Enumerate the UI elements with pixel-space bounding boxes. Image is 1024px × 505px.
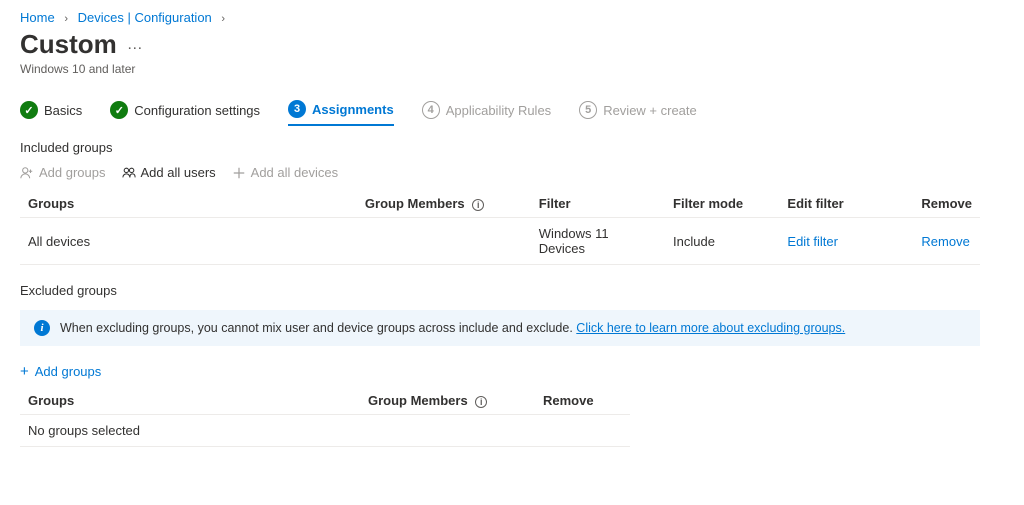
cell-mode: Include (665, 218, 779, 265)
cell-members (357, 218, 531, 265)
breadcrumb: Home › Devices | Configuration › (20, 10, 1004, 25)
info-icon[interactable]: i (472, 199, 484, 211)
col-members: Group Members i (360, 387, 535, 415)
add-all-devices-button[interactable]: Add all devices (232, 165, 338, 180)
step-label: Basics (44, 103, 82, 118)
button-label: Add all users (141, 165, 216, 180)
table-row-empty: No groups selected (20, 415, 630, 447)
excluded-info-banner: i When excluding groups, you cannot mix … (20, 310, 980, 346)
button-label: Add groups (39, 165, 106, 180)
button-label: Add groups (35, 364, 102, 379)
step-label: Assignments (312, 102, 394, 117)
remove-link[interactable]: Remove (921, 234, 969, 249)
edit-filter-link[interactable]: Edit filter (787, 234, 838, 249)
person-add-icon (20, 166, 34, 180)
included-groups-table: Groups Group Members i Filter Filter mod… (20, 190, 980, 265)
step-label: Applicability Rules (446, 103, 552, 118)
step-number-icon: 5 (579, 101, 597, 119)
step-label: Review + create (603, 103, 697, 118)
breadcrumb-devices-config[interactable]: Devices | Configuration (78, 10, 212, 25)
step-basics[interactable]: ✓ Basics (20, 101, 82, 125)
empty-state-text: No groups selected (20, 415, 630, 447)
wizard-steps: ✓ Basics ✓ Configuration settings 3 Assi… (20, 100, 1004, 126)
col-remove: Remove (913, 190, 980, 218)
included-groups-header: Included groups (20, 140, 1004, 155)
info-icon: i (34, 320, 50, 336)
included-toolbar: Add groups Add all users Add all devices (20, 165, 1004, 180)
breadcrumb-home[interactable]: Home (20, 10, 55, 25)
col-groups: Groups (20, 190, 357, 218)
step-label: Configuration settings (134, 103, 260, 118)
chevron-right-icon: › (221, 13, 225, 25)
step-number-icon: 3 (288, 100, 306, 118)
step-number-icon: 4 (422, 101, 440, 119)
table-row: All devices Windows 11 Devices Include E… (20, 218, 980, 265)
col-groups: Groups (20, 387, 360, 415)
checkmark-icon: ✓ (20, 101, 38, 119)
banner-text: When excluding groups, you cannot mix us… (60, 321, 845, 335)
step-applicability-rules[interactable]: 4 Applicability Rules (422, 101, 552, 125)
col-mode: Filter mode (665, 190, 779, 218)
excluded-groups-header: Excluded groups (20, 283, 1004, 298)
plus-icon: + (20, 364, 29, 379)
step-config-settings[interactable]: ✓ Configuration settings (110, 101, 260, 125)
checkmark-icon: ✓ (110, 101, 128, 119)
step-review-create[interactable]: 5 Review + create (579, 101, 697, 125)
button-label: Add all devices (251, 165, 338, 180)
page-subtitle: Windows 10 and later (20, 62, 1004, 76)
info-icon[interactable]: i (475, 396, 487, 408)
step-assignments[interactable]: 3 Assignments (288, 100, 394, 126)
excluded-groups-table: Groups Group Members i Remove No groups … (20, 387, 630, 447)
plus-icon (232, 166, 246, 180)
cell-filter: Windows 11 Devices (531, 218, 665, 265)
col-members: Group Members i (357, 190, 531, 218)
col-filter: Filter (531, 190, 665, 218)
people-icon (122, 166, 136, 180)
more-actions-button[interactable]: … (127, 36, 144, 54)
cell-group: All devices (20, 218, 357, 265)
page-title: Custom (20, 29, 117, 60)
add-excluded-groups-button[interactable]: + Add groups (20, 364, 101, 379)
col-edit: Edit filter (779, 190, 913, 218)
add-groups-button[interactable]: Add groups (20, 165, 106, 180)
learn-more-link[interactable]: Click here to learn more about excluding… (576, 321, 845, 335)
col-remove: Remove (535, 387, 630, 415)
add-all-users-button[interactable]: Add all users (122, 165, 216, 180)
chevron-right-icon: › (64, 13, 68, 25)
